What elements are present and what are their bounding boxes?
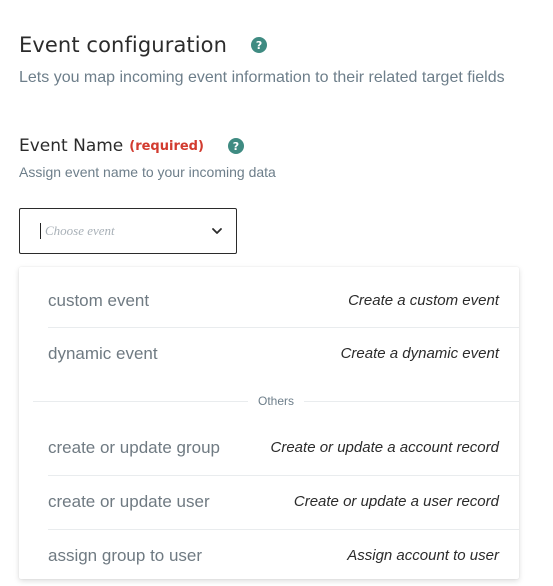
event-dropdown-menu: custom event Create a custom event dynam…	[19, 267, 519, 579]
event-select[interactable]	[19, 208, 237, 254]
separator-line	[33, 400, 248, 402]
field-label-text: Event Name	[19, 136, 124, 156]
section-subtitle: Lets you map incoming event information …	[19, 69, 505, 86]
option-label: create or update user	[48, 491, 210, 511]
question-circle-icon[interactable]: ?	[251, 37, 268, 53]
required-tag: (required)	[129, 138, 204, 154]
option-create-or-update-user[interactable]: create or update user Create or update a…	[48, 475, 499, 528]
text-cursor	[40, 223, 41, 239]
option-description: Assign account to user	[347, 547, 499, 564]
option-create-or-update-group[interactable]: create or update group Create or update …	[48, 421, 499, 474]
option-label: dynamic event	[48, 343, 158, 363]
field-help-text: Assign event name to your incoming data	[19, 164, 276, 180]
option-label: assign group to user	[48, 545, 203, 565]
option-description: Create a custom event	[348, 292, 499, 309]
event-search-input[interactable]	[45, 223, 195, 239]
group-label: Others	[258, 394, 295, 408]
chevron-down-icon[interactable]	[210, 224, 224, 238]
question-circle-icon[interactable]: ?	[227, 138, 244, 154]
option-dynamic-event[interactable]: dynamic event Create a dynamic event	[48, 327, 499, 380]
event-config-page: Event configuration ? Lets you map incom…	[0, 0, 553, 586]
option-description: Create or update a account record	[270, 439, 499, 456]
section-title: Event configuration	[19, 33, 228, 57]
option-label: create or update group	[48, 437, 221, 457]
event-name-label: Event Name (required) ?	[19, 136, 244, 156]
option-description: Create a dynamic event	[340, 345, 499, 362]
group-separator: Others	[33, 392, 519, 410]
option-assign-group-to-user[interactable]: assign group to user Assign account to u…	[48, 529, 499, 579]
section-header: Event configuration ?	[19, 33, 268, 57]
option-custom-event[interactable]: custom event Create a custom event	[48, 274, 499, 327]
option-description: Create or update a user record	[293, 493, 499, 510]
separator-line	[304, 400, 519, 402]
option-label: custom event	[48, 290, 150, 310]
